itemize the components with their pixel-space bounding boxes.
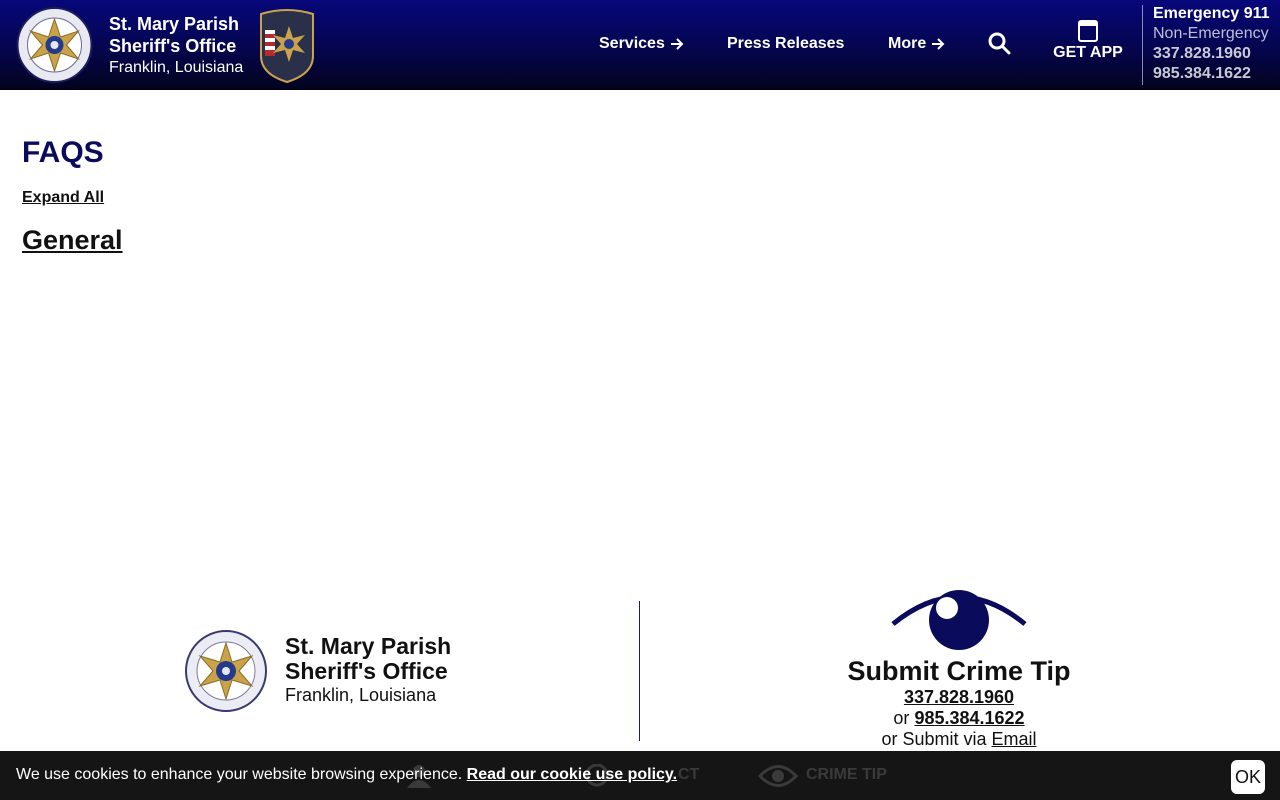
phone-link-1[interactable]: 337.828.1960	[1153, 44, 1270, 64]
footer-brand-line-3: Franklin, Louisiana	[285, 685, 437, 705]
nav-services[interactable]: Services	[599, 35, 685, 53]
get-app-label: GET APP	[1053, 44, 1123, 61]
search-icon[interactable]	[987, 31, 1011, 55]
crime-tip-email-link[interactable]: Email	[992, 729, 1037, 749]
faq-section-general[interactable]: General	[22, 225, 123, 256]
crime-tip-phone-1[interactable]: 337.828.1960	[904, 687, 1014, 707]
crime-tip-row-3: or Submit via Email	[800, 729, 1118, 750]
brand-line-2: Sheriff's Office	[109, 36, 237, 56]
footer-brand-line-1: St. Mary Parish	[285, 633, 452, 659]
header-brand[interactable]: St. Mary Parish Sheriff's Office Frankli…	[109, 13, 243, 79]
arrow-right-icon	[932, 38, 945, 50]
cookie-text: We use cookies to enhance your website b…	[16, 766, 463, 783]
brand-line-3: Franklin, Louisiana	[109, 59, 244, 76]
non-emergency-label: Non-Emergency	[1153, 25, 1269, 42]
emergency-label: Emergency 911	[1153, 5, 1270, 22]
bottom-nav-crime-tip-label: CRIME TIP	[806, 766, 887, 783]
crime-tip-row-1: 337.828.1960	[800, 687, 1118, 708]
crime-tip-title: Submit Crime Tip	[847, 656, 1071, 686]
brand-line-1: St. Mary Parish	[109, 14, 240, 34]
footer-brand-line-2: Sheriff's Office	[285, 658, 448, 684]
header-divider	[1142, 5, 1143, 85]
expand-all-link[interactable]: Expand All	[22, 189, 104, 207]
nav-services-label: Services	[599, 35, 665, 52]
footer-brand: St. Mary Parish Sheriff's Office Frankli…	[285, 634, 451, 706]
cookie-ok-button[interactable]: OK	[1231, 760, 1265, 794]
crime-tip-row-2: or 985.384.1622	[800, 708, 1118, 729]
nav-more[interactable]: More	[888, 35, 946, 53]
crime-tip-panel: Submit Crime Tip 337.828.1960 or 985.384…	[800, 655, 1118, 750]
crime-tip-or: or	[893, 708, 910, 728]
nav-press-releases[interactable]: Press Releases	[727, 35, 844, 53]
cookie-message: We use cookies to enhance your website b…	[16, 766, 677, 784]
crime-tip-phone-2[interactable]: 985.384.1622	[914, 708, 1024, 728]
page-title: FAQS	[22, 136, 104, 169]
arrow-right-icon	[670, 38, 684, 50]
crime-tip-submit-via: or Submit via	[881, 729, 987, 749]
nav-press-releases-label: Press Releases	[727, 35, 845, 52]
footer-divider	[639, 601, 640, 741]
site-header: St. Mary Parish Sheriff's Office Frankli…	[0, 0, 1280, 90]
nav-more-label: More	[888, 35, 927, 52]
bottom-nav-contact-label: CT	[678, 766, 700, 783]
eye-icon	[758, 765, 798, 787]
get-app-button[interactable]: GET APP	[1050, 20, 1126, 62]
eye-icon	[891, 590, 1027, 650]
cookie-banner: CT CRIME TIP We use cookies to enhance y…	[0, 751, 1280, 800]
footer-sheriff-seal-icon	[185, 630, 267, 712]
cookie-policy-link[interactable]: Read our cookie use policy.	[467, 766, 677, 783]
sheriff-patch-icon	[260, 9, 314, 83]
emergency-contacts: Emergency 911 Non-Emergency 337.828.1960…	[1153, 4, 1270, 84]
phone-link-2[interactable]: 985.384.1622	[1153, 64, 1270, 84]
phone-icon	[1078, 20, 1098, 42]
sheriff-star-seal-icon[interactable]	[14, 7, 95, 83]
